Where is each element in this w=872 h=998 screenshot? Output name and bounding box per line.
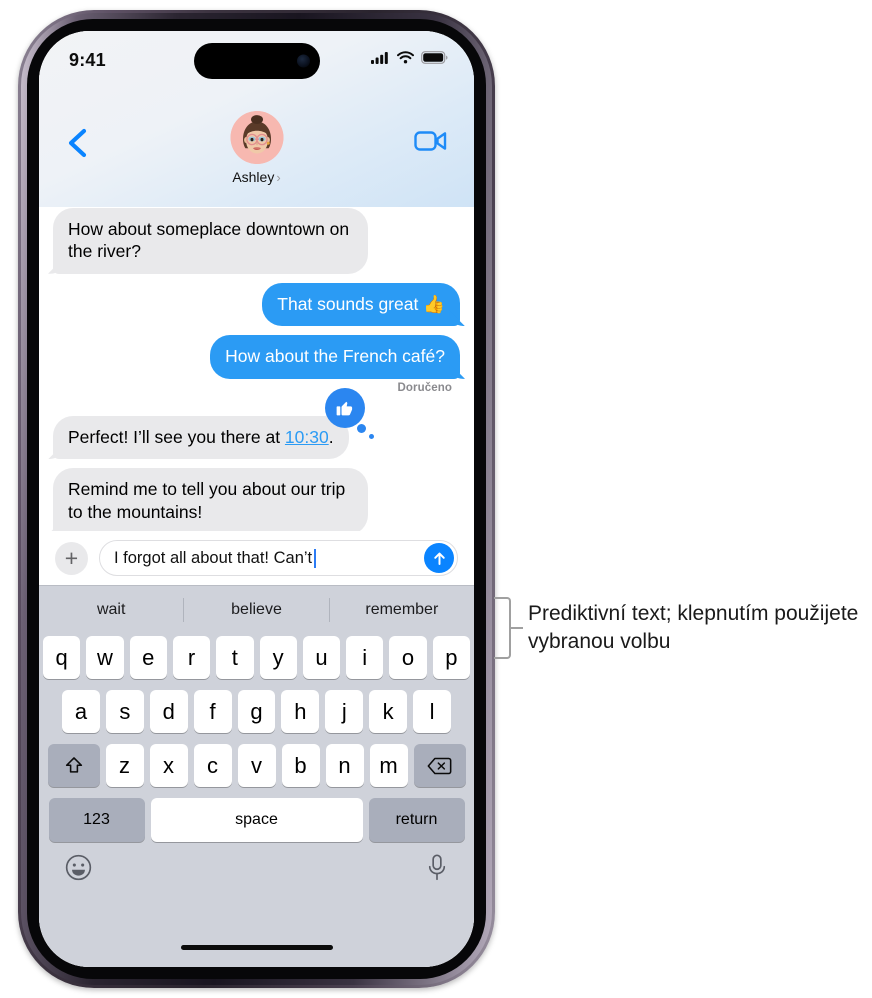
key-s[interactable]: s	[105, 690, 144, 733]
emoji-key[interactable]	[65, 854, 92, 886]
phone-screen: are you thinking? How about someplace do…	[39, 31, 474, 967]
message-input[interactable]: I forgot all about that! Can’t	[99, 540, 458, 576]
space-key[interactable]: space	[150, 798, 363, 842]
message-bubble-outgoing[interactable]: That sounds great 👍	[262, 282, 460, 327]
status-time: 9:41	[69, 49, 106, 70]
key-c[interactable]: c	[193, 744, 232, 787]
shift-key[interactable]	[47, 744, 100, 787]
facetime-video-button[interactable]	[414, 129, 448, 158]
key-g[interactable]: g	[237, 690, 276, 733]
message-row[interactable]: That sounds great 👍	[39, 282, 474, 327]
callout-leader-line	[511, 627, 523, 629]
chevron-right-icon: ›	[276, 169, 281, 185]
status-icons	[371, 51, 448, 69]
thumbs-up-tapback[interactable]	[324, 387, 374, 439]
numbers-key[interactable]: 123	[48, 798, 145, 842]
callout-annotation: Prediktivní text; klepnutím použijete vy…	[494, 597, 866, 659]
key-a[interactable]: a	[62, 690, 100, 733]
wifi-icon	[397, 51, 414, 69]
key-r[interactable]: r	[172, 636, 211, 679]
key-o[interactable]: o	[389, 636, 427, 679]
message-bubble-outgoing[interactable]: How about the French café?	[210, 335, 460, 379]
delivered-status: Doručeno	[397, 381, 452, 394]
cellular-signal-icon	[371, 51, 390, 69]
message-text-pre: Perfect! I’ll see you there at	[68, 426, 285, 447]
key-i[interactable]: i	[346, 636, 384, 679]
key-x[interactable]: x	[149, 744, 188, 787]
callout-bracket	[494, 597, 511, 659]
send-button[interactable]	[424, 543, 454, 573]
front-camera-icon	[296, 54, 310, 68]
key-v[interactable]: v	[237, 744, 276, 787]
keyboard-row-4: 123 space return	[43, 798, 470, 842]
message-row[interactable]: How about the French café?	[39, 335, 474, 379]
key-q[interactable]: q	[43, 636, 81, 679]
message-bubble-incoming[interactable]: Remind me to tell you about our trip to …	[53, 468, 368, 535]
message-row[interactable]: How about someplace downtown on the rive…	[39, 207, 474, 274]
key-j[interactable]: j	[325, 690, 364, 733]
message-row[interactable]: Remind me to tell you about our trip to …	[39, 468, 474, 535]
predictive-suggestion-3[interactable]: remember	[330, 601, 474, 619]
predictive-text-bar[interactable]: wait believe remember	[39, 586, 474, 634]
message-bubble-incoming[interactable]: How about someplace downtown on the rive…	[53, 207, 368, 274]
keyboard-row-1: q w e r t y u i o p	[43, 636, 470, 679]
text-caret	[314, 548, 317, 568]
keyboard-rows: q w e r t y u i o p a s d f g h j k l z …	[39, 634, 474, 848]
keyboard-row-3: z x c v b n m	[43, 744, 470, 787]
key-z[interactable]: z	[105, 744, 144, 787]
key-t[interactable]: t	[216, 636, 254, 679]
key-k[interactable]: k	[369, 690, 408, 733]
key-w[interactable]: w	[86, 636, 124, 679]
contact-name: Ashley	[232, 169, 275, 185]
iphone-device-frame: are you thinking? How about someplace do…	[18, 10, 495, 988]
key-d[interactable]: d	[149, 690, 188, 733]
dictation-microphone-key[interactable]	[426, 854, 448, 886]
back-button[interactable]	[65, 126, 91, 160]
key-y[interactable]: y	[259, 636, 297, 679]
message-bubble-incoming[interactable]: Perfect! I’ll see you there at 10:30.	[53, 387, 374, 460]
predictive-suggestion-1[interactable]: wait	[39, 601, 183, 619]
return-key[interactable]: return	[368, 798, 465, 842]
backspace-key[interactable]	[413, 744, 466, 787]
screenshot-root: are you thinking? How about someplace do…	[0, 0, 872, 998]
time-detected-link[interactable]: 10:30	[285, 427, 329, 447]
add-attachment-button[interactable]: +	[55, 541, 88, 575]
key-p[interactable]: p	[432, 636, 470, 679]
callout-text: Prediktivní text; klepnutím použijete vy…	[528, 601, 859, 653]
key-n[interactable]: n	[325, 744, 364, 787]
message-text-post: .	[328, 426, 334, 447]
dynamic-island	[193, 43, 320, 79]
key-h[interactable]: h	[281, 690, 320, 733]
key-e[interactable]: e	[129, 636, 167, 679]
contact-header[interactable]: Ashley ›	[230, 111, 283, 185]
key-u[interactable]: u	[302, 636, 341, 679]
predictive-suggestion-2[interactable]: believe	[184, 601, 328, 619]
battery-icon	[421, 51, 448, 69]
contact-name-row[interactable]: Ashley ›	[232, 169, 280, 185]
key-f[interactable]: f	[193, 690, 232, 733]
key-l[interactable]: l	[413, 690, 452, 733]
key-b[interactable]: b	[281, 744, 320, 787]
key-m[interactable]: m	[369, 744, 408, 787]
keyboard-row-2: a s d f g h j k l	[43, 690, 470, 733]
message-row[interactable]: Perfect! I’ll see you there at 10:30.	[39, 387, 474, 460]
home-indicator[interactable]	[180, 945, 333, 950]
avatar[interactable]	[230, 111, 283, 164]
message-composer: + I forgot all about that! Can’t	[39, 531, 474, 585]
on-screen-keyboard[interactable]: wait believe remember q w e r t y u i o …	[39, 585, 474, 967]
message-input-value: I forgot all about that! Can’t	[114, 548, 313, 567]
